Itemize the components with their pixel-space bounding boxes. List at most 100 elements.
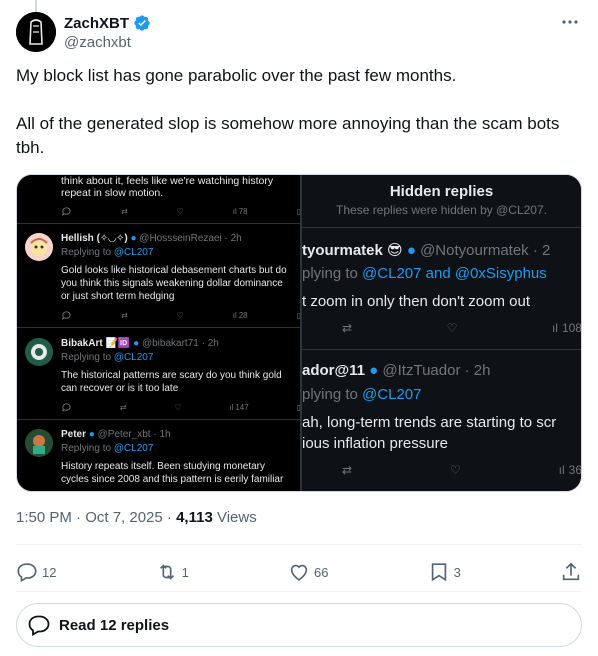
repost-count: 1 (181, 564, 189, 580)
attached-image[interactable]: think about it, feels like we're watchin… (16, 174, 582, 492)
chat-bubble-icon (28, 615, 50, 637)
repost-button[interactable]: 1 (156, 556, 189, 588)
reply-count: 12 (42, 564, 57, 580)
reply-author: tyourmatek 😎 ● @Notyourmatek · 2 (302, 241, 550, 259)
more-options-icon[interactable] (558, 12, 582, 32)
repost-icon (159, 564, 174, 580)
replying-to: plying to @CL207 (302, 386, 421, 403)
reply-icon (61, 402, 72, 413)
reply-actions: ⇄ ♡ ıl 147 ▯ (61, 400, 300, 414)
reply-icon (61, 310, 72, 321)
author-name[interactable]: ZachXBT (64, 15, 129, 32)
reply-meta: @HossseinRezaei · 2h (139, 233, 242, 244)
avatar (25, 429, 53, 457)
tweet-paragraph: My block list has gone parabolic over th… (16, 66, 457, 85)
like-icon: ♡ (174, 402, 182, 412)
reply-author-name: Hellish (✧◡✧) (61, 233, 128, 244)
divider (302, 349, 581, 350)
reply-meta: @bibakart71 · 2h (141, 338, 219, 349)
reply-meta: @ItzTuador · 2h (382, 362, 491, 379)
repost-icon: ⇄ (342, 463, 353, 477)
post-time[interactable]: 1:50 PM · Oct 7, 2025 · (16, 509, 176, 526)
bookmark-button[interactable]: 3 (428, 556, 461, 588)
action-bar: 12 1 66 3 (16, 556, 582, 588)
reply-actions: ⇄ ♡ ıl 108 (342, 321, 581, 335)
like-icon: ♡ (446, 321, 458, 335)
reply-author: ador@11 ● @ItzTuador · 2h (302, 362, 490, 379)
replying-prefix: plying to (302, 386, 363, 403)
views-icon: ıl 28 (232, 310, 248, 320)
reply-text-line: t zoom in only then don't zoom out (302, 293, 530, 310)
hidden-replies-title: Hidden replies (389, 183, 494, 200)
bookmark-icon: ▯ (297, 311, 300, 320)
repost-icon: ⇄ (342, 321, 353, 335)
avatar (25, 233, 53, 261)
reply-button[interactable]: 12 (16, 556, 56, 588)
reply-author-name: Peter (61, 429, 87, 440)
share-button[interactable] (560, 556, 582, 588)
replying-to: Replying to @CL207 (61, 352, 153, 363)
screenshot-right-pane: Hidden replies These replies were hidden… (302, 175, 581, 491)
hidden-replies-subtitle: These replies were hidden by @CL207. (336, 203, 547, 217)
verified-badge-icon: ● (406, 242, 416, 259)
reply-meta: @Notyourmatek · 2 (420, 242, 551, 259)
read-replies-label: Read 12 replies (59, 616, 170, 634)
verified-badge-icon: ● (369, 362, 379, 379)
verified-badge-icon: ● (130, 233, 137, 244)
read-replies-button[interactable]: Read 12 replies (16, 603, 582, 647)
repost-icon: ⇄ (119, 402, 127, 412)
replying-handle: @CL207 (113, 247, 154, 258)
bookmark-count: 3 (453, 564, 461, 580)
replying-prefix: Replying to (61, 352, 114, 363)
divider (17, 327, 300, 328)
heart-icon (290, 564, 308, 581)
like-button[interactable]: 66 (288, 556, 328, 588)
views-count: 147 (235, 402, 249, 412)
repost-icon: ⇄ (120, 310, 128, 320)
replying-to: plying to @CL207 and @0xSisyphus (302, 265, 547, 282)
avatar[interactable] (16, 12, 56, 52)
replying-prefix: plying to (302, 265, 363, 282)
reply-text-line: ious inflation pressure (302, 435, 448, 452)
reply-text-line: History repeats itself. Been studying mo… (61, 461, 265, 472)
repost-icon: ⇄ (120, 206, 128, 216)
tweet-text: My block list has gone parabolic over th… (16, 64, 582, 160)
reply-author-name: tyourmatek 😎 (302, 242, 403, 259)
reply-author: BibakArt 📝🆔 ● @bibakart71 · 2h (61, 338, 219, 349)
reply-author: Peter ● @Peter_xbt · 1h (61, 429, 171, 440)
like-count: 66 (313, 564, 329, 580)
verified-badge-icon: ● (88, 429, 95, 440)
reply-text-line: cycles since 2008 and this pattern is ee… (61, 474, 284, 485)
reply-text-line: ah, long-term trends are starting to scr (302, 414, 557, 431)
replying-to: Replying to @CL207 (61, 247, 153, 258)
reply-icon (17, 563, 37, 583)
views-count: 28 (238, 310, 248, 320)
views-count: 36 (568, 463, 581, 477)
reply-actions: ⇄ ♡ ıl 36 (342, 463, 581, 477)
like-icon: ♡ (176, 206, 184, 216)
views-count: 4,113 (176, 509, 213, 526)
divider (302, 227, 581, 228)
like-icon: ♡ (449, 463, 461, 477)
replying-prefix: Replying to (61, 247, 114, 258)
reply-text-line: can recover or is it too late (61, 383, 179, 394)
reply-text-line: repeat in slow motion. (61, 187, 164, 199)
reply-text-line: Gold looks like historical debasement ch… (61, 265, 287, 276)
replying-prefix: Replying to (61, 443, 114, 454)
reply-icon (61, 206, 72, 217)
avatar (25, 338, 53, 366)
replying-to: Replying to @CL207 (61, 443, 153, 454)
views-icon: ıl 78 (232, 206, 248, 216)
replying-handle: @CL207 and @0xSisyphus (362, 265, 547, 282)
reply-author-name: ador@11 (302, 362, 365, 379)
share-icon (562, 562, 580, 581)
reply-actions: ⇄ ♡ ıl 28 ▯ (61, 308, 300, 322)
divider (16, 544, 582, 545)
replying-handle: @CL207 (362, 386, 422, 403)
author-handle[interactable]: @zachxbt (64, 34, 131, 51)
views-icon: ıl 147 (229, 402, 249, 412)
thread-connector-line (35, 0, 37, 12)
replying-handle: @CL207 (113, 443, 154, 454)
reply-text-line: or just short term hedging (61, 291, 175, 302)
views-icon: ıl 108 (551, 321, 581, 335)
